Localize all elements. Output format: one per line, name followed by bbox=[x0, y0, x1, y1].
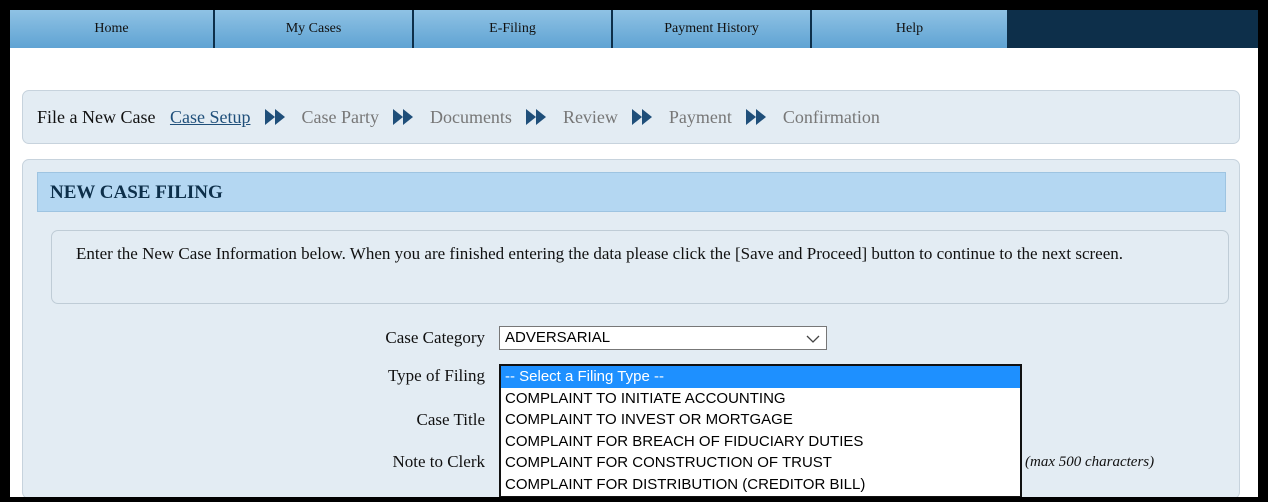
step-review: Review bbox=[562, 107, 618, 127]
panel-title: NEW CASE FILING bbox=[50, 182, 223, 203]
step-case-setup[interactable]: Case Setup bbox=[170, 107, 251, 127]
nav-home[interactable]: Home bbox=[10, 10, 215, 48]
wizard-label: File a New Case bbox=[37, 107, 156, 127]
double-arrow-icon bbox=[632, 93, 654, 145]
note-to-clerk-label: Note to Clerk bbox=[392, 452, 485, 471]
nav-my-cases[interactable]: My Cases bbox=[215, 10, 414, 48]
app-frame: Home My Cases E-Filing Payment History H… bbox=[10, 10, 1258, 497]
case-category-select[interactable]: ADVERSARIAL bbox=[499, 326, 827, 350]
new-case-panel: NEW CASE FILING Enter the New Case Infor… bbox=[22, 159, 1240, 497]
double-arrow-icon bbox=[393, 93, 415, 145]
case-title-label: Case Title bbox=[416, 410, 486, 429]
instructions-box: Enter the New Case Information below. Wh… bbox=[51, 230, 1229, 304]
double-arrow-icon bbox=[746, 93, 768, 145]
wizard-breadcrumb: File a New Case Case Setup Case Party Do… bbox=[22, 90, 1240, 144]
filing-type-listbox[interactable]: -- Select a Filing Type -- COMPLAINT TO I… bbox=[499, 364, 1022, 497]
filing-type-option[interactable]: COMPLAINT FOR CONSTRUCTION OF TRUST bbox=[501, 452, 1020, 474]
nav-help[interactable]: Help bbox=[812, 10, 1009, 48]
case-category-value: ADVERSARIAL bbox=[505, 329, 611, 346]
step-case-party: Case Party bbox=[301, 107, 379, 127]
filing-type-option[interactable]: COMPLAINT TO INVEST OR MORTGAGE bbox=[501, 409, 1020, 431]
step-documents: Documents bbox=[429, 107, 512, 127]
nav-payment-history[interactable]: Payment History bbox=[613, 10, 812, 48]
filing-type-option[interactable]: COMPLAINT TO INITIATE ACCOUNTING bbox=[501, 388, 1020, 410]
step-confirmation: Confirmation bbox=[782, 107, 880, 127]
double-arrow-icon bbox=[526, 93, 548, 145]
filing-type-option[interactable]: COMPLAINT FOR DISTRIBUTION (CREDITOR BIL… bbox=[501, 474, 1020, 496]
top-nav: Home My Cases E-Filing Payment History H… bbox=[10, 10, 1258, 48]
type-of-filing-label: Type of Filing bbox=[387, 366, 485, 385]
nav-e-filing[interactable]: E-Filing bbox=[414, 10, 613, 48]
instructions-text: Enter the New Case Information below. Wh… bbox=[76, 244, 1124, 263]
case-category-label: Case Category bbox=[385, 328, 485, 347]
double-arrow-icon bbox=[264, 93, 287, 145]
filing-type-option[interactable]: COMPLAINT FOR BREACH OF FIDUCIARY DUTIES bbox=[501, 431, 1020, 453]
step-payment: Payment bbox=[668, 107, 732, 127]
filing-type-option[interactable]: -- Select a Filing Type -- bbox=[501, 366, 1020, 388]
note-hint: (max 500 characters) bbox=[1025, 454, 1155, 470]
panel-header: NEW CASE FILING bbox=[37, 172, 1226, 212]
chevron-down-icon bbox=[806, 331, 820, 353]
